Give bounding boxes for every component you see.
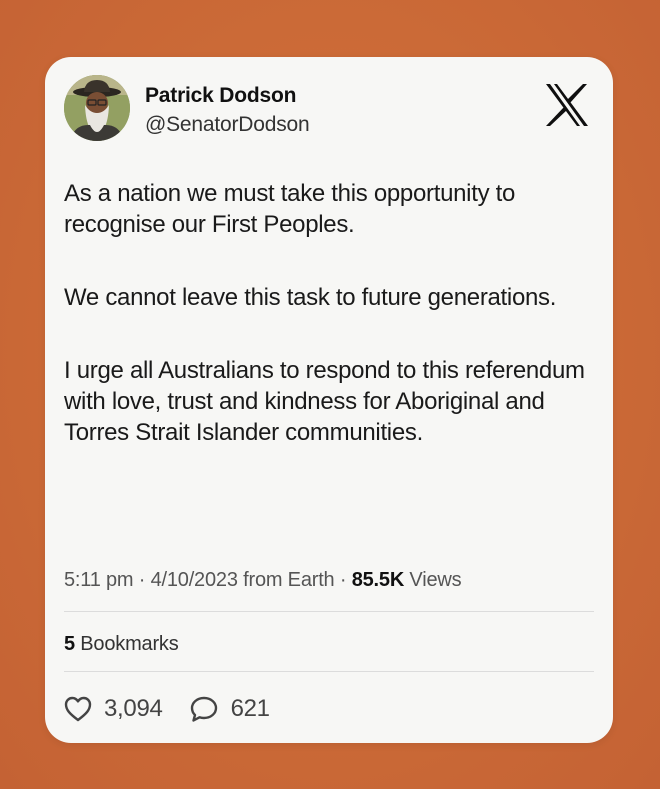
tweet-paragraph: As a nation we must take this opportunit… (64, 180, 516, 238)
separator-dot: · (339, 569, 352, 591)
separator-dot: · (138, 569, 151, 591)
tweet-source: from Earth (243, 569, 335, 591)
tweet-body: As a nation we must take this opportunit… (64, 178, 594, 448)
views-count: 85.5K (351, 569, 405, 591)
bookmarks-label: Bookmarks (80, 633, 179, 655)
views-label: Views (409, 569, 462, 591)
like-button[interactable]: 3,094 (64, 695, 163, 723)
author-handle[interactable]: @SenatorDodson (145, 113, 310, 137)
speech-bubble-icon (189, 695, 219, 723)
bookmarks-count: 5 (64, 633, 75, 655)
x-logo-icon (545, 84, 589, 126)
divider (64, 671, 594, 672)
avatar[interactable] (64, 75, 130, 141)
bookmarks-stat[interactable]: 5 Bookmarks (64, 633, 179, 656)
reply-button[interactable]: 621 (189, 695, 270, 723)
like-count: 3,094 (104, 695, 163, 722)
tweet-paragraph: We cannot leave this task to future gene… (64, 284, 557, 311)
action-bar: 3,094 621 (64, 692, 296, 726)
tweet-card: Patrick Dodson @SenatorDodson As a natio… (45, 57, 613, 743)
avatar-photo (64, 75, 130, 141)
tweet-metadata: 5:11 pm · 4/10/2023 from Earth · 85.5K V… (64, 569, 462, 592)
tweet-date[interactable]: 4/10/2023 (151, 569, 238, 591)
author-display-name[interactable]: Patrick Dodson (145, 84, 296, 108)
tweet-time[interactable]: 5:11 pm (64, 569, 134, 591)
tweet-paragraph: I urge all Australians to respond to thi… (64, 357, 585, 446)
heart-icon (64, 696, 92, 722)
reply-count: 621 (230, 695, 270, 722)
divider (64, 611, 594, 612)
